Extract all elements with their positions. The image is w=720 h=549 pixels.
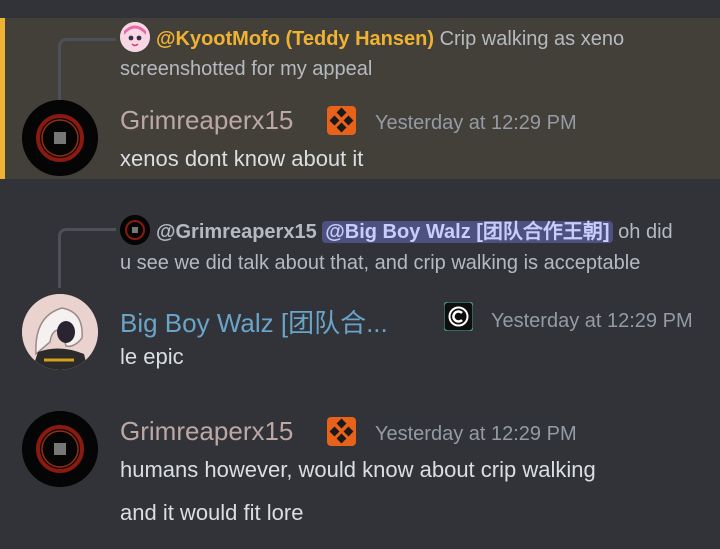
reply-text-continued: screenshotted for my appeal xyxy=(120,58,373,80)
grim-mini-avatar-icon xyxy=(120,215,150,245)
author-avatar[interactable] xyxy=(22,294,98,370)
reply-author-name[interactable]: @Grimreaperx15 xyxy=(156,221,317,243)
author-avatar[interactable] xyxy=(22,100,98,176)
message-timestamp[interactable]: Yesterday at 12:29 PM xyxy=(375,112,577,135)
user-mention[interactable]: @Big Boy Walz [团队合作王朝] xyxy=(322,221,613,243)
reply-author-avatar[interactable] xyxy=(120,215,150,245)
message-timestamp[interactable]: Yesterday at 12:29 PM xyxy=(491,310,693,333)
author-avatar[interactable] xyxy=(22,411,98,487)
author-name[interactable]: Grimreaperx15 xyxy=(120,105,293,136)
reply-author-avatar[interactable] xyxy=(120,22,150,52)
grim-avatar-icon xyxy=(22,100,98,176)
message-content: le epic xyxy=(120,344,184,369)
reply-connector-line xyxy=(58,38,116,100)
message-content-continued: and it would fit lore xyxy=(120,500,304,525)
message-content: humans however, would know about crip wa… xyxy=(120,457,596,482)
reply-text-continued: u see we did talk about that, and crip w… xyxy=(120,252,641,274)
reply-preview[interactable]: @KyootMofo (Teddy Hansen) Crip walking a… xyxy=(120,22,710,55)
reply-preview[interactable]: @Grimreaperx15 @Big Boy Walz [团队合作王朝] oh… xyxy=(120,215,715,248)
message-content: xenos dont know about it xyxy=(120,146,364,171)
grim-avatar-icon xyxy=(22,411,98,487)
hooded-character-avatar-icon xyxy=(22,294,98,370)
reply-author-name[interactable]: @KyootMofo (Teddy Hansen) xyxy=(156,28,434,50)
message-timestamp[interactable]: Yesterday at 12:29 PM xyxy=(375,423,577,446)
author-name[interactable]: Grimreaperx15 xyxy=(120,416,293,447)
orange-diamond-badge-icon[interactable] xyxy=(327,106,356,140)
c-logo-badge-icon[interactable] xyxy=(443,301,474,336)
anime-avatar-icon xyxy=(120,22,150,52)
orange-diamond-badge-icon[interactable] xyxy=(327,417,356,451)
reply-text: oh did xyxy=(618,221,673,243)
reply-text: Crip walking as xeno xyxy=(439,28,625,50)
reply-connector-line xyxy=(58,228,116,288)
